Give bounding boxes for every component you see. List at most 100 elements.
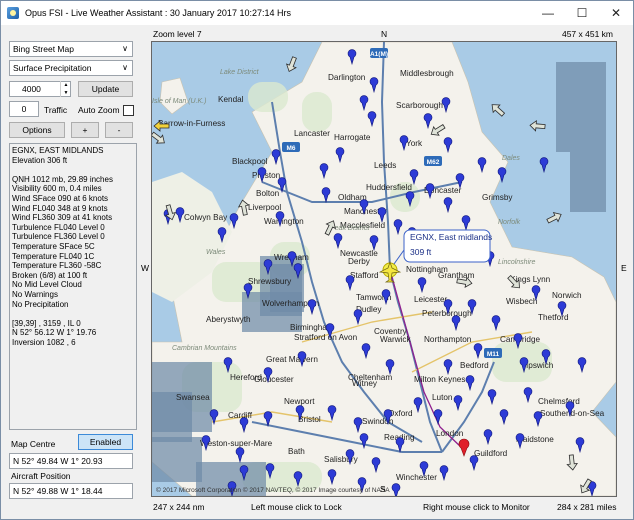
- auto-zoom-checkbox[interactable]: [123, 105, 134, 116]
- control-panel: Bing Street Map ∨ Surface Precipitation …: [1, 25, 146, 519]
- options-button[interactable]: Options: [9, 122, 65, 138]
- app-window: Opus FSI - Live Weather Assistant : 30 J…: [0, 0, 634, 520]
- enabled-button[interactable]: Enabled: [78, 434, 133, 450]
- city-label: Blackpool: [232, 157, 268, 166]
- minimize-button[interactable]: —: [531, 1, 565, 25]
- city-label: Lancaster: [294, 129, 330, 138]
- city-label: Cardiff: [228, 411, 253, 420]
- map-centre-field[interactable]: N 52° 49.84 W 1° 20.93: [9, 453, 133, 469]
- city-label: Gloucester: [254, 375, 294, 384]
- info-line: Wind FL040 348 at 9 knots: [12, 203, 108, 213]
- map-centre-label: Map Centre: [11, 439, 56, 449]
- map-canvas[interactable]: A1(M) M6 M62 M11 Darlington Middlesbrough Scar…: [152, 42, 616, 496]
- map-size-miles: 284 x 281 miles: [557, 502, 617, 512]
- city-label: Darlington: [328, 73, 366, 82]
- park-area: [248, 82, 288, 112]
- traffic-input[interactable]: 0: [9, 101, 39, 117]
- city-label: Guildford: [474, 449, 508, 458]
- altitude-value: 4000: [22, 84, 41, 94]
- zoom-level-label: Zoom level 7: [153, 29, 202, 39]
- city-label: Peak District: [330, 225, 370, 232]
- city-label: Great Malvern: [266, 355, 318, 364]
- aircraft-position-label: Aircraft Position: [11, 471, 71, 481]
- compass-south: S: [380, 484, 386, 494]
- info-line: N 52° 56.12 W 1° 19.76: [12, 328, 97, 338]
- spin-down-icon[interactable]: ▼: [64, 90, 69, 96]
- city-label: Luton: [432, 393, 453, 402]
- map-type-value: Bing Street Map: [13, 44, 74, 54]
- info-line: [39,39] , 3159 , IL 0: [12, 318, 81, 328]
- city-label: Lincolnshire: [498, 259, 535, 266]
- city-label: Swansea: [176, 393, 210, 402]
- maximize-button[interactable]: ☐: [565, 1, 599, 25]
- compass-west: W: [141, 263, 150, 273]
- city-label: Leeds: [374, 161, 396, 170]
- info-line: Turbulence FL360 Level 0: [12, 232, 105, 242]
- park-area: [302, 92, 332, 132]
- popup-elevation: 309 ft: [410, 247, 432, 257]
- map-size-nm: 247 x 244 nm: [153, 502, 205, 512]
- city-label: Winchester: [396, 473, 437, 482]
- city-label: Weston-super-Mare: [200, 439, 273, 448]
- weather-map[interactable]: A1(M) M6 M62 M11 Darlington Middlesbrough Scar…: [151, 41, 617, 497]
- layer-value: Surface Precipitation: [13, 63, 92, 73]
- info-line: Temperature FL360 -58C: [12, 261, 102, 271]
- city-label: Northampton: [424, 335, 472, 344]
- city-label: Lake District: [220, 69, 260, 76]
- layer-dropdown[interactable]: Surface Precipitation ∨: [9, 60, 133, 76]
- city-label: Scarborough: [396, 101, 443, 110]
- city-label: Shrewsbury: [248, 277, 292, 286]
- city-label: Warwick: [380, 335, 412, 344]
- city-label: Middlesbrough: [400, 69, 454, 78]
- city-label: Grantham: [438, 271, 475, 280]
- road-label: M6: [286, 145, 295, 152]
- info-line: Wind FL360 309 at 41 knots: [12, 213, 113, 223]
- auto-zoom-label: Auto Zoom: [78, 105, 120, 115]
- window-title: Opus FSI - Live Weather Assistant : 30 J…: [25, 8, 291, 18]
- spin-up-icon[interactable]: ▲: [64, 82, 69, 88]
- city-label: Kendal: [218, 95, 244, 104]
- city-label: Stratford on Avon: [294, 333, 358, 342]
- city-label: Bristol: [298, 415, 321, 424]
- aircraft-position-field[interactable]: N 52° 49.88 W 1° 18.44: [9, 483, 133, 499]
- city-label: Aberystwyth: [206, 315, 251, 324]
- altitude-spinner[interactable]: ▲ ▼: [60, 81, 71, 97]
- zoom-out-button[interactable]: -: [105, 122, 133, 138]
- altitude-input[interactable]: 4000 ▲ ▼: [9, 81, 71, 97]
- city-label: Norwich: [552, 291, 582, 300]
- info-line: Visibility 600 m, 0.4 miles: [12, 184, 102, 194]
- title-bar[interactable]: Opus FSI - Live Weather Assistant : 30 J…: [1, 1, 633, 25]
- update-button[interactable]: Update: [78, 81, 133, 97]
- popup-title: EGNX, East midlands: [410, 232, 492, 242]
- compass-north: N: [381, 29, 388, 39]
- city-label: Norfolk: [498, 219, 521, 226]
- info-line: Turbulence FL040 Level 0: [12, 222, 105, 232]
- info-line: No Precipitation: [12, 299, 69, 309]
- traffic-label: Traffic: [44, 105, 68, 115]
- city-label: Bedford: [460, 361, 489, 370]
- left-click-hint: Left mouse click to Lock: [251, 502, 342, 512]
- road-label: M62: [427, 159, 440, 166]
- info-line: Temperature SFace 5C: [12, 241, 95, 251]
- city-label: Harrogate: [334, 133, 371, 142]
- info-line: [12, 165, 134, 175]
- city-label: Cambrian Mountains: [172, 345, 237, 352]
- city-label: Preston: [252, 171, 281, 180]
- info-line: Inversion 1082 , 6: [12, 337, 76, 347]
- map-type-dropdown[interactable]: Bing Street Map ∨: [9, 41, 133, 57]
- map-footer: 247 x 244 nm Left mouse click to Lock Ri…: [151, 497, 633, 519]
- city-label: Liverpool: [248, 203, 281, 212]
- zoom-in-button[interactable]: +: [71, 122, 99, 138]
- city-label: Leicester: [414, 295, 447, 304]
- city-label: Salisbury: [324, 455, 359, 464]
- city-label: Bath: [288, 447, 305, 456]
- map-header: Zoom level 7 N 457 x 451 km: [151, 25, 633, 41]
- city-label: Huddersfield: [366, 183, 412, 192]
- chevron-down-icon: ∨: [122, 44, 128, 53]
- chevron-down-icon: ∨: [122, 63, 128, 72]
- info-line: QNH 1012 mb, 29.89 inches: [12, 174, 113, 184]
- right-click-hint: Right mouse click to Monitor: [423, 502, 530, 512]
- city-label: Southend-on-Sea: [540, 409, 605, 418]
- info-line: EGNX, EAST MIDLANDS: [12, 146, 104, 155]
- close-button[interactable]: ✕: [599, 1, 633, 25]
